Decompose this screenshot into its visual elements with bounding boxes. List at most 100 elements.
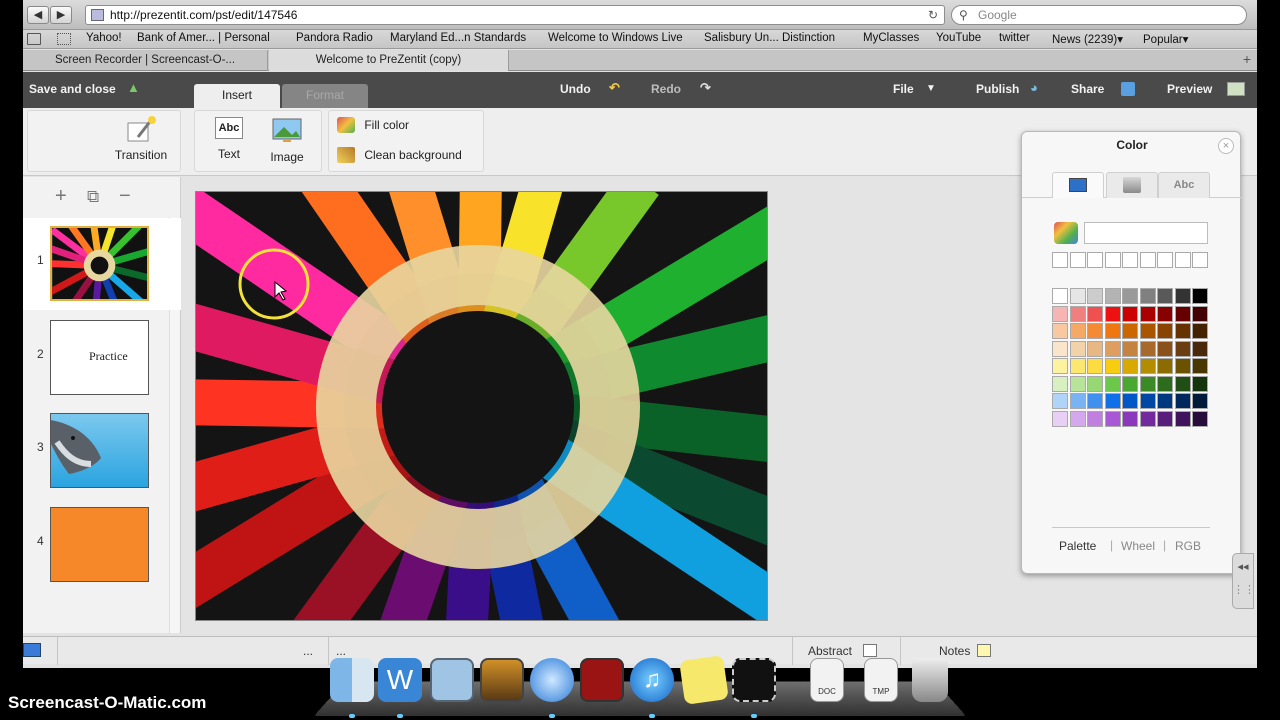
color-swatch[interactable] [1157,410,1173,427]
color-swatch[interactable] [1087,340,1103,357]
color-swatch[interactable] [1052,305,1068,322]
fill-color-button[interactable]: Fill color [337,117,477,133]
color-swatch[interactable] [1087,358,1103,374]
color-swatch[interactable] [1157,323,1173,339]
insert-image-button[interactable]: Image [261,117,313,164]
bookmark-yahoo[interactable]: Yahoo! [86,32,122,44]
color-swatch[interactable] [1069,323,1086,339]
color-swatch[interactable] [1104,410,1121,427]
color-swatch[interactable] [1069,288,1086,304]
tmp-file-icon[interactable]: TMP [864,658,898,702]
color-swatch[interactable] [1192,358,1208,374]
close-icon[interactable]: × [1218,138,1234,154]
color-swatch[interactable] [1104,358,1121,374]
color-value-input[interactable] [1084,222,1208,244]
transition-button[interactable]: Transition [108,115,174,162]
new-tab-button[interactable]: + [1243,51,1251,67]
recent-color-swatch[interactable] [1157,252,1173,268]
color-swatch[interactable] [1122,393,1138,409]
finder-icon[interactable] [330,658,374,702]
color-swatch[interactable] [1052,393,1068,409]
word-icon[interactable]: W [378,658,422,702]
color-swatch[interactable] [1139,340,1156,357]
recent-color-swatch[interactable] [1139,252,1156,268]
color-swatch[interactable] [1069,340,1086,357]
bookmark-myclasses[interactable]: MyClasses [863,32,919,44]
color-swatch[interactable] [1174,340,1191,357]
mode-wheel[interactable]: Wheel [1121,539,1155,553]
bookmark-youtube[interactable]: YouTube [936,32,981,44]
clean-background-button[interactable]: Clean background [337,147,487,163]
itunes-icon[interactable]: ♫ [630,658,674,702]
mail-icon[interactable] [430,658,474,702]
color-swatch[interactable] [1174,375,1191,392]
color-swatch[interactable] [1139,305,1156,322]
color-swatch[interactable] [1157,305,1173,322]
color-swatch[interactable] [1052,288,1068,304]
tab-fill-color[interactable] [1106,172,1158,198]
share-button[interactable]: Share [1071,82,1104,96]
color-swatch[interactable] [1157,288,1173,304]
color-swatch[interactable] [1069,393,1086,409]
tab-screen-recorder[interactable]: Screen Recorder | Screencast-O-... [23,50,268,71]
color-swatch[interactable] [1174,305,1191,322]
slide-item-1[interactable]: 1 [23,218,181,310]
color-swatch[interactable] [1139,323,1156,339]
bookmark-maryland[interactable]: Maryland Ed...n Standards [390,32,526,44]
color-swatch[interactable] [1122,340,1138,357]
color-swatch[interactable] [1139,358,1156,374]
color-swatch[interactable] [1157,393,1173,409]
color-swatch[interactable] [1174,393,1191,409]
duplicate-slide-icon[interactable]: ⧉ [87,187,99,207]
color-swatch[interactable] [1122,288,1138,304]
tab-prezentit[interactable]: Welcome to PreZentit (copy) [269,50,509,71]
stickies-icon[interactable] [679,655,729,705]
color-swatch[interactable] [1192,375,1208,392]
undo-button[interactable]: Undo [560,82,591,96]
color-swatch[interactable] [1174,288,1191,304]
color-swatch[interactable] [1069,358,1086,374]
color-swatch[interactable] [1052,358,1068,374]
doc-file-icon[interactable]: DOC [810,658,844,702]
insert-text-button[interactable]: Abc Text [203,117,255,161]
color-swatch[interactable] [1192,393,1208,409]
bookmark-popular[interactable]: Popular▾ [1143,32,1188,46]
color-swatch[interactable] [1122,358,1138,374]
address-bar[interactable]: http://prezentit.com/pst/edit/147546 ↻ [85,5,945,25]
color-picker-icon[interactable] [1054,222,1078,244]
color-swatch[interactable] [1104,288,1121,304]
color-swatch[interactable] [1157,358,1173,374]
recent-color-swatch[interactable] [1192,252,1208,268]
screen-capture-icon[interactable] [732,658,776,702]
remove-slide-icon[interactable]: − [119,185,131,208]
bookmark-news[interactable]: News (2239)▾ [1052,32,1123,46]
tab-background-color[interactable] [1052,172,1104,198]
color-swatch[interactable] [1192,288,1208,304]
color-swatch[interactable] [1192,305,1208,322]
publish-button[interactable]: Publish [976,82,1019,96]
color-swatch[interactable] [1087,305,1103,322]
color-swatch[interactable] [1069,410,1086,427]
preview-button[interactable]: Preview [1167,82,1212,96]
top-sites-icon[interactable] [57,33,71,45]
color-swatch[interactable] [1192,323,1208,339]
recent-color-swatch[interactable] [1052,252,1068,268]
color-swatch[interactable] [1139,393,1156,409]
panel-collapse-handle[interactable]: ◂◂ ⋮⋮ [1232,553,1255,609]
color-swatch[interactable] [1052,375,1068,392]
recent-color-swatch[interactable] [1069,252,1086,268]
file-menu[interactable]: File [893,82,914,96]
color-swatch[interactable] [1052,410,1068,427]
color-swatch[interactable] [1122,410,1138,427]
color-swatch[interactable] [1139,410,1156,427]
color-swatch[interactable] [1087,393,1103,409]
color-swatch[interactable] [1087,375,1103,392]
add-slide-icon[interactable]: + [55,185,67,208]
color-swatch[interactable] [1087,288,1103,304]
color-swatch[interactable] [1139,375,1156,392]
dvd-player-icon[interactable] [580,658,624,702]
bookmark-salisbury[interactable]: Salisbury Un... Distinction [704,32,835,44]
tab-text-color[interactable]: Abc [1158,172,1210,198]
color-swatch[interactable] [1157,340,1173,357]
redo-button[interactable]: Redo [651,82,681,96]
